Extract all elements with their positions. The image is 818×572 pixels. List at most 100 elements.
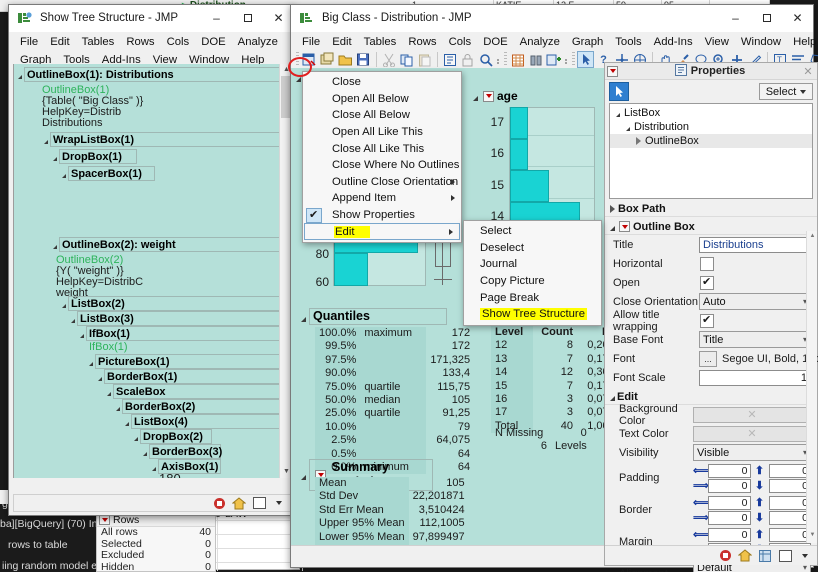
window-icon[interactable] [777, 548, 793, 563]
horizontal-checkbox[interactable] [700, 257, 714, 271]
node-disclosure-icon[interactable] [62, 174, 66, 178]
dist-window-menubar[interactable]: File Edit Tables Rows Cols DOE Analyze G… [291, 32, 813, 49]
padding-left-input[interactable]: 0 [708, 464, 751, 478]
menu-rows[interactable]: Rows [402, 33, 442, 49]
grid-icon[interactable] [757, 548, 773, 563]
border-quad[interactable]: ⟸ 0 ⬆ 0 ⟹ 0 ⬇ 0 [693, 496, 811, 525]
context-menu-item-append-item[interactable]: Append Item [303, 190, 461, 207]
properties-vertical-scrollbar[interactable]: ▲ ▼ [806, 231, 817, 543]
submenu-item-copy-picture[interactable]: Copy Picture [464, 273, 601, 290]
tree-window-titlebar[interactable]: Show Tree Structure - JMP – ✕ [9, 5, 294, 32]
menu-window[interactable]: Window [735, 33, 787, 49]
paste-icon[interactable] [416, 51, 433, 68]
record-stop-icon[interactable] [717, 548, 733, 563]
copy-icon[interactable] [398, 51, 415, 68]
cut-icon[interactable] [380, 51, 397, 68]
toolbar-overflow-icon[interactable] [563, 52, 570, 67]
search-icon[interactable] [477, 51, 494, 68]
node-disclosure-icon[interactable] [53, 157, 57, 161]
node-disclosure-icon[interactable] [80, 334, 84, 338]
padding-bottom-input[interactable]: 0 [769, 479, 812, 493]
tree-window-controls[interactable]: – ✕ [201, 5, 294, 32]
node-disclosure-icon[interactable] [71, 319, 75, 323]
context-menu-item-close-all-like-this[interactable]: Close All Like This [303, 140, 461, 157]
node-disclosure-icon[interactable] [116, 407, 120, 411]
node-disclosure-icon[interactable] [53, 245, 57, 249]
node-disclosure-icon[interactable] [134, 437, 138, 441]
node-disclosure-icon[interactable] [18, 75, 22, 79]
open-recent-icon[interactable] [319, 51, 336, 68]
padding-top-input[interactable]: 0 [769, 464, 812, 478]
home-icon[interactable] [737, 548, 753, 563]
new-column-icon[interactable] [545, 51, 562, 68]
menu-tables[interactable]: Tables [76, 33, 121, 51]
menu-doe[interactable]: DOE [477, 33, 513, 49]
context-menu-item-close-where-no-outlines[interactable]: Close Where No Outlines [303, 157, 461, 174]
menu-tools[interactable]: Tools [609, 33, 647, 49]
margin-left-input[interactable]: 0 [708, 528, 751, 542]
lock-icon[interactable] [459, 51, 476, 68]
dist-window-controls[interactable]: – ✕ [720, 5, 813, 32]
submenu-item-select[interactable]: Select [464, 223, 601, 240]
submenu-item-page-break[interactable]: Page Break [464, 289, 601, 306]
arrow-tool-icon[interactable] [577, 51, 594, 68]
show-tree-structure-window[interactable]: Show Tree Structure - JMP – ✕ File Edit … [8, 4, 295, 516]
properties-panel-header[interactable]: Properties ✕ [605, 63, 817, 80]
dropdown-icon[interactable] [797, 548, 813, 563]
maximize-button[interactable] [232, 5, 263, 32]
scroll-up-arrow[interactable]: ▲ [808, 233, 817, 242]
tree-node[interactable]: ListBox(3) [71, 311, 281, 326]
tree-node[interactable]: IfBox(1) [80, 326, 281, 341]
tree-node[interactable]: PictureBox(1) [89, 354, 281, 369]
menu-cols[interactable]: Cols [443, 33, 478, 49]
menu-doe[interactable]: DOE [195, 33, 231, 51]
context-menu-item-open-all-like-this[interactable]: Open All Like This [303, 124, 461, 141]
red-triangle-menu-icon[interactable] [607, 66, 618, 77]
tree-node[interactable]: ListBox(2) [62, 296, 281, 311]
context-menu-item-close-all-below[interactable]: Close All Below [303, 107, 461, 124]
menu-cols[interactable]: Cols [161, 33, 196, 51]
tree-node[interactable]: DropBox(1) [53, 149, 137, 164]
menu-file[interactable]: File [14, 33, 44, 51]
outline-box-group-header[interactable]: Outline Box [605, 219, 817, 235]
border-top-input[interactable]: 0 [769, 496, 812, 510]
outline-disclosure-icon[interactable] [296, 77, 301, 82]
menu-tables[interactable]: Tables [358, 33, 403, 49]
node-disclosure-icon[interactable] [152, 467, 156, 471]
allow-title-wrapping-checkbox[interactable] [700, 314, 714, 328]
open-icon[interactable] [337, 51, 354, 68]
border-bottom-input[interactable]: 0 [769, 511, 812, 525]
new-data-table-icon[interactable] [301, 51, 318, 68]
menu-help[interactable]: Help [787, 33, 818, 49]
title-input[interactable]: Distributions [699, 237, 811, 253]
node-disclosure-icon[interactable] [107, 392, 111, 396]
disclosure-closed-icon[interactable] [610, 205, 615, 213]
menu-view[interactable]: View [699, 33, 735, 49]
record-stop-icon[interactable] [211, 496, 227, 511]
maximize-button[interactable] [751, 5, 782, 32]
disclosure-open-icon[interactable] [626, 127, 630, 131]
font-scale-input[interactable]: 1 [699, 370, 811, 386]
minimize-button[interactable]: – [201, 5, 232, 32]
disclosure-open-icon[interactable] [610, 226, 615, 231]
properties-object-tree[interactable]: ListBox Distribution OutlineBox [609, 103, 813, 199]
script-icon[interactable] [441, 51, 458, 68]
box-path-group-header[interactable]: Box Path [605, 201, 817, 217]
padding-quad[interactable]: ⟸ 0 ⬆ 0 ⟹ 0 ⬇ 0 [693, 464, 811, 493]
edit-submenu[interactable]: Select Deselect Journal Copy Picture Pag… [463, 220, 602, 326]
disclosure-closed-icon[interactable] [636, 137, 641, 145]
node-disclosure-icon[interactable] [44, 140, 48, 144]
menu-edit[interactable]: Edit [44, 33, 75, 51]
menu-analyze[interactable]: Analyze [232, 33, 284, 51]
window-icon[interactable] [251, 496, 267, 511]
toolbar-grip[interactable] [504, 52, 507, 67]
toolbar-grip[interactable] [572, 52, 575, 67]
visibility-select[interactable]: Visible ▾ [693, 444, 811, 461]
tree-node[interactable]: ScaleBox [107, 384, 281, 399]
outline-context-menu[interactable]: Close Open All Below Close All Below Ope… [302, 71, 462, 243]
menu-edit[interactable]: Edit [326, 33, 357, 49]
node-disclosure-icon[interactable] [98, 377, 102, 381]
border-right-input[interactable]: 0 [708, 511, 751, 525]
red-triangle-menu-icon[interactable] [483, 91, 494, 102]
menu-add-ins[interactable]: Add-Ins [648, 33, 699, 49]
